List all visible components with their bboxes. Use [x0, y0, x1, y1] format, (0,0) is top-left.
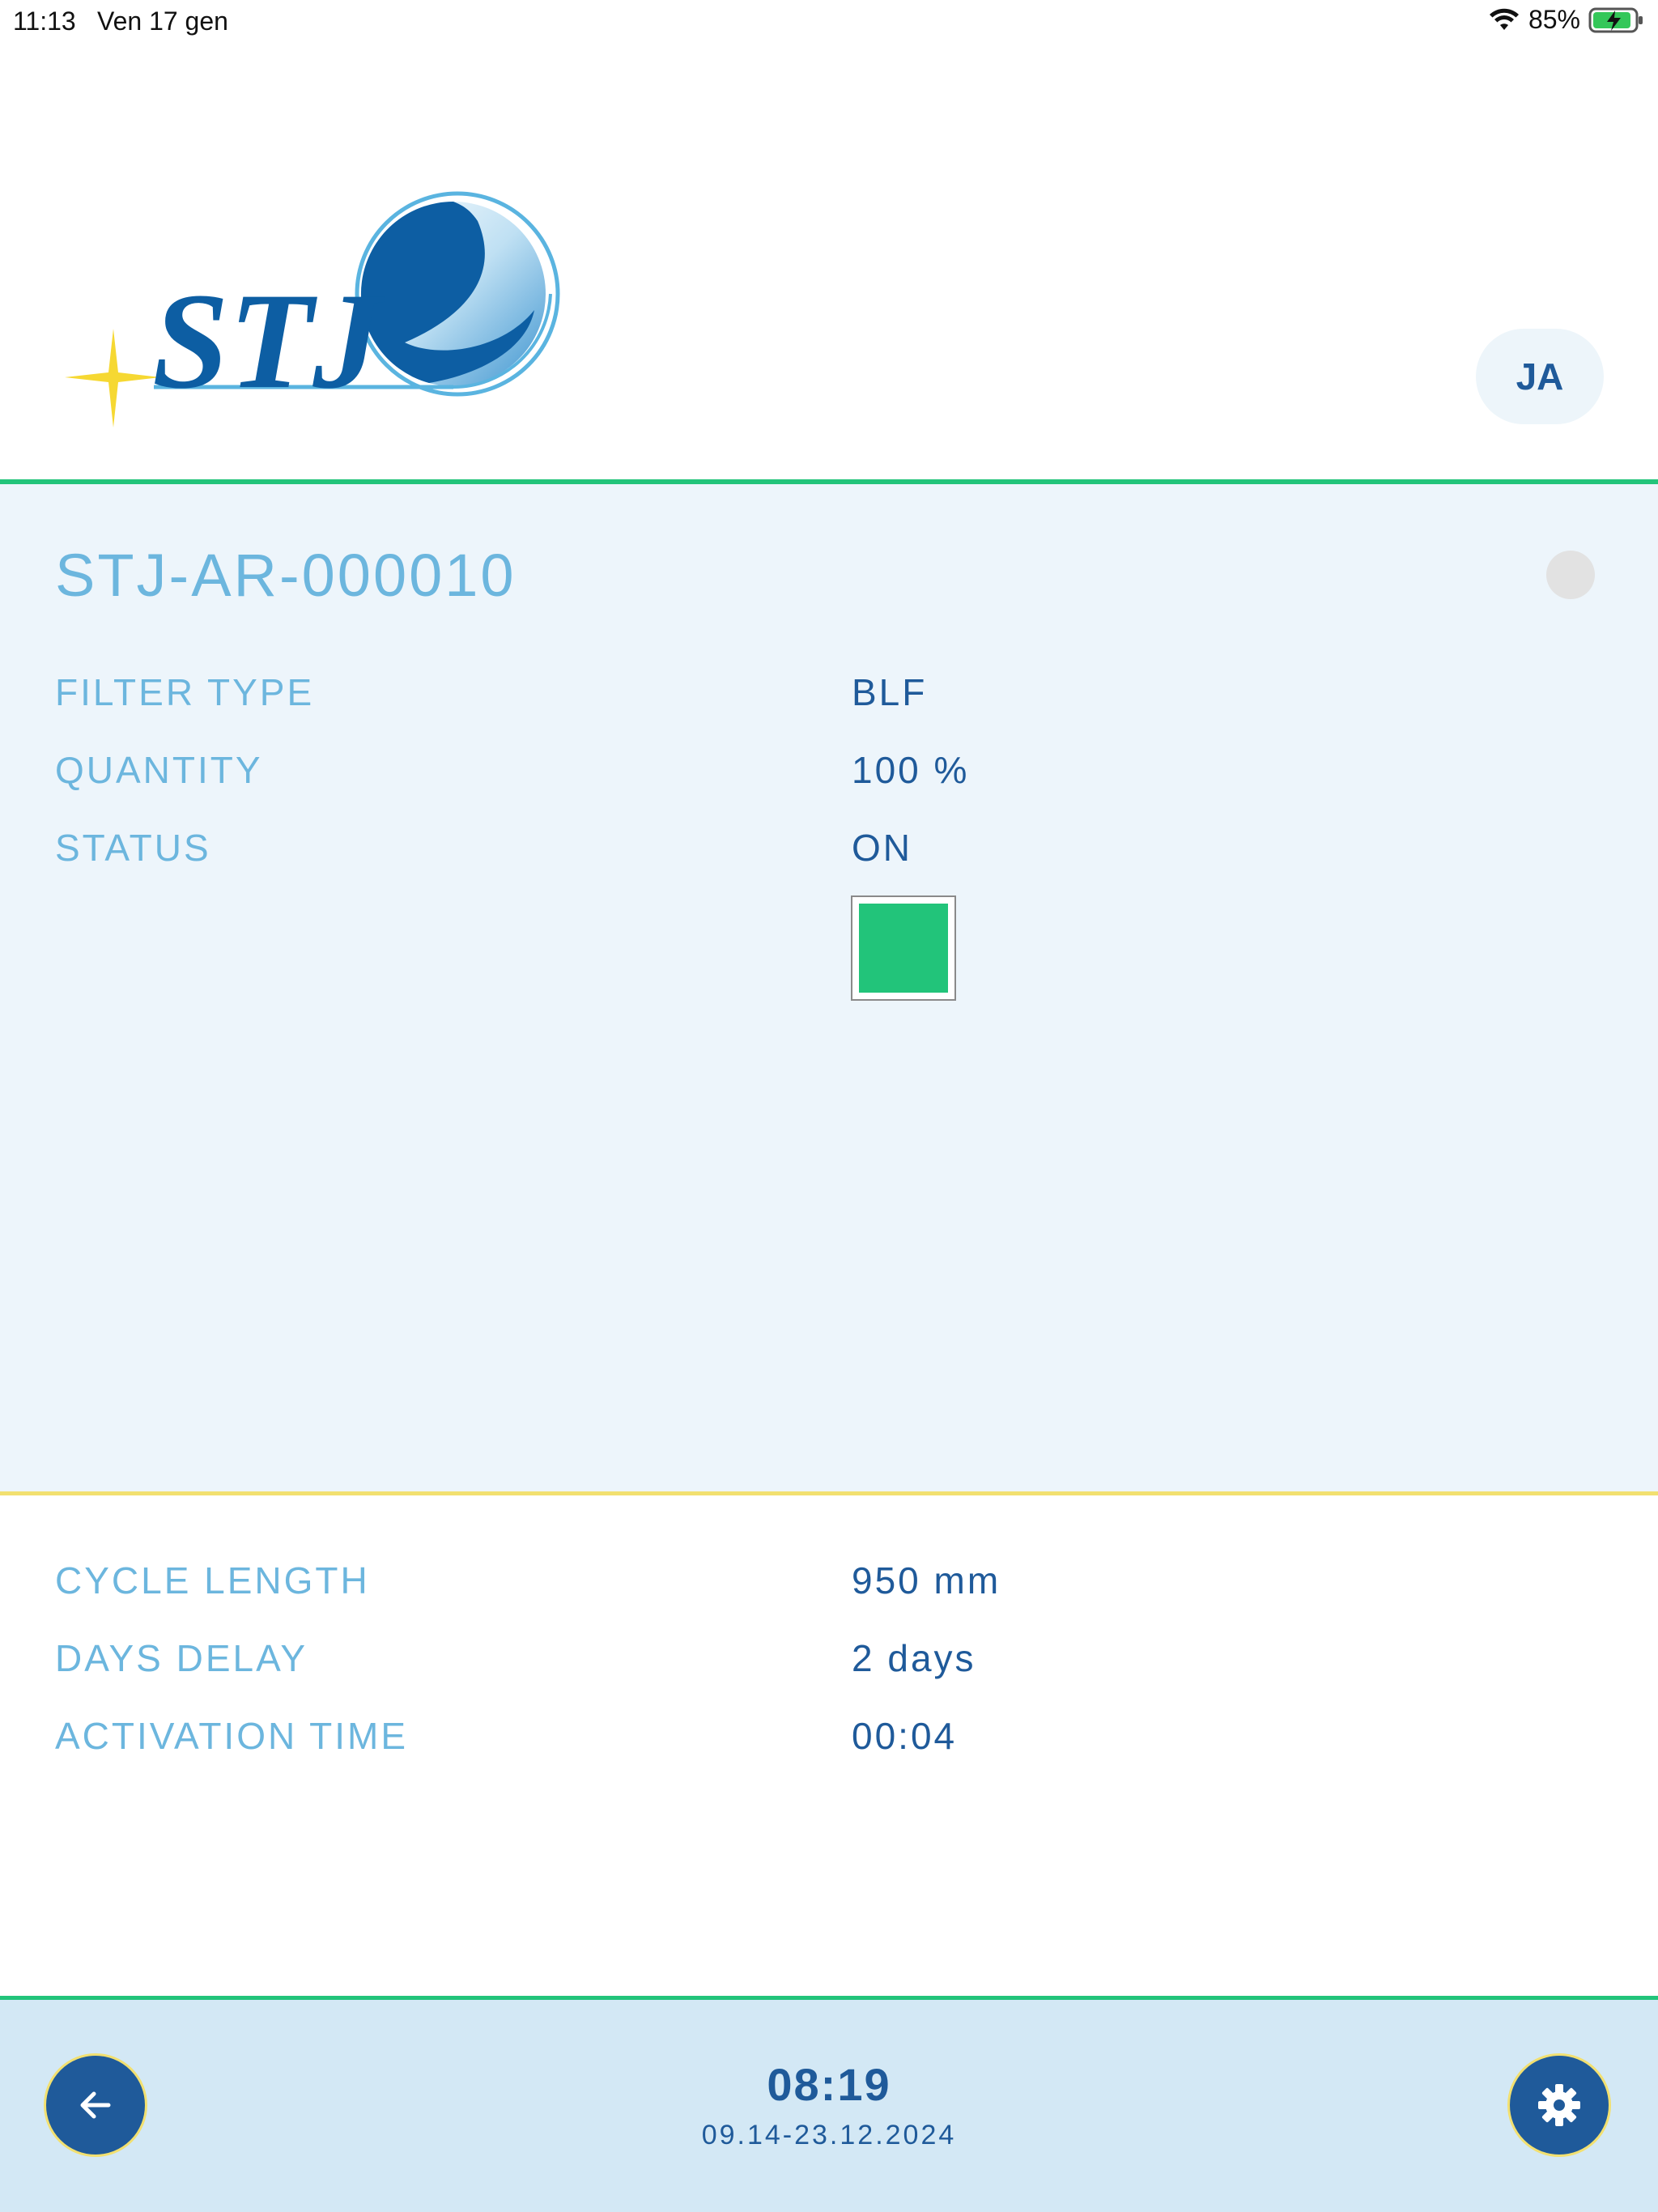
- app-header: STJ JA: [0, 45, 1658, 481]
- status-color-fill: [859, 904, 948, 993]
- app-screen: 11:13 Ven 17 gen 85% STJ JA STJ-AR-00001…: [0, 0, 1658, 2212]
- cycle-settings-panel: CYCLE LENGTH 950 mm DAYS DELAY 2 days AC…: [0, 1495, 1658, 1996]
- user-avatar-button[interactable]: JA: [1476, 329, 1604, 424]
- quantity-value: 100 %: [852, 749, 970, 791]
- gear-icon: [1538, 2084, 1580, 2126]
- days-delay-value: 2 days: [852, 1637, 976, 1679]
- cycle-length-value: 950 mm: [852, 1559, 1001, 1602]
- logo-wordmark: STJ: [152, 265, 385, 417]
- connection-indicator-dot: [1546, 551, 1595, 599]
- activation-time-value: 00:04: [852, 1715, 958, 1757]
- status-color-swatch: [851, 895, 956, 1001]
- wifi-icon: [1489, 8, 1519, 30]
- status-time: 11:13: [13, 6, 76, 36]
- device-info-panel: STJ-AR-000010 FILTER TYPE BLF QUANTITY 1…: [0, 484, 1658, 1491]
- battery-charging-icon: [1588, 7, 1643, 32]
- stj-logo: STJ: [65, 191, 560, 428]
- status-date: Ven 17 gen: [97, 6, 228, 36]
- status-indicators: 85%: [1488, 5, 1645, 35]
- device-id-title: STJ-AR-000010: [55, 542, 517, 609]
- bottom-bar: 08:19 09.14-23.12.2024: [0, 2000, 1658, 2212]
- system-status-bar: 11:13 Ven 17 gen 85%: [0, 0, 1658, 45]
- filter-type-value: BLF: [852, 671, 928, 713]
- cycle-length-label: CYCLE LENGTH: [55, 1559, 370, 1602]
- status-label: STATUS: [55, 827, 211, 869]
- quantity-label: QUANTITY: [55, 749, 263, 791]
- battery-percentage: 85%: [1528, 5, 1580, 34]
- activation-time-label: ACTIVATION TIME: [55, 1715, 409, 1757]
- active-period: 09.14-23.12.2024: [701, 2120, 957, 2150]
- current-time: 08:19: [767, 2059, 891, 2110]
- settings-button[interactable]: [1507, 2053, 1611, 2157]
- status-value: ON: [852, 827, 912, 869]
- filter-type-label: FILTER TYPE: [55, 671, 315, 713]
- days-delay-label: DAYS DELAY: [55, 1637, 308, 1679]
